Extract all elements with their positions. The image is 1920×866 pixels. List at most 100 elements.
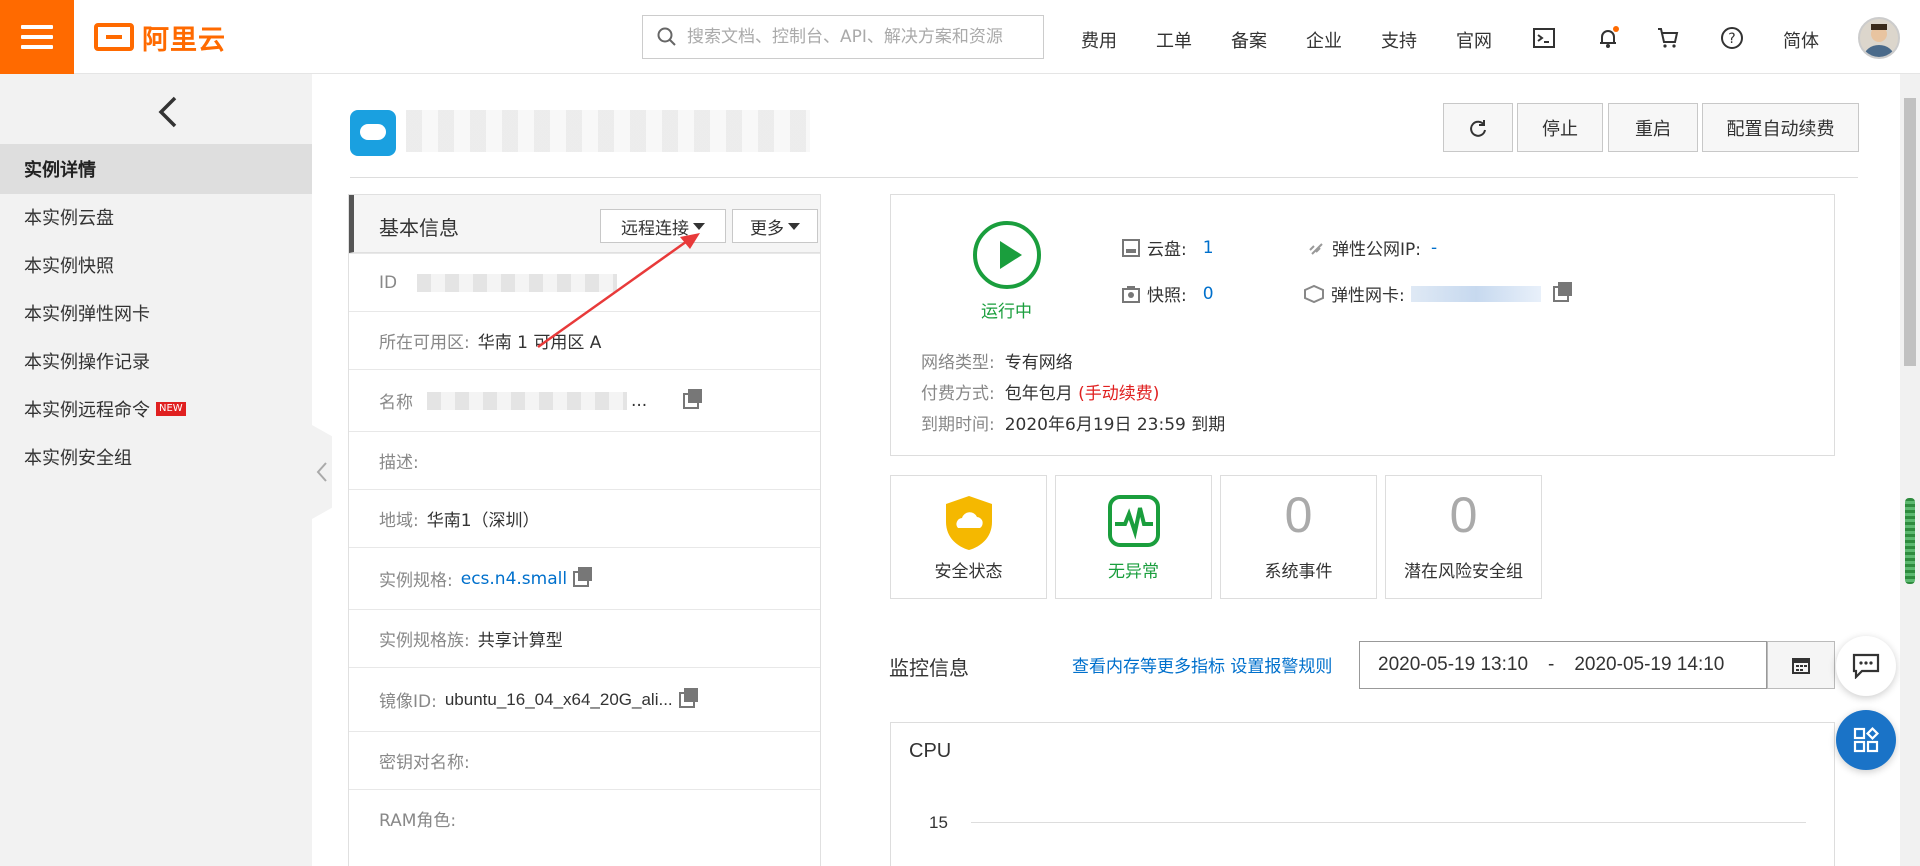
more-label: 更多 (750, 218, 784, 239)
sidebar-item-instance-details[interactable]: 实例详情 (0, 144, 312, 194)
nav-fees[interactable]: 费用 (1081, 27, 1117, 53)
info-row-description: 描述: (349, 431, 820, 489)
stop-button[interactable]: 停止 (1517, 103, 1603, 152)
region-value: 华南1（深圳） (426, 511, 540, 531)
copy-icon[interactable] (1552, 281, 1572, 302)
scrollbar-thumb[interactable] (1904, 98, 1916, 366)
risk-count: 0 (1449, 487, 1478, 543)
sidebar-item-operation-log[interactable]: 本实例操作记录 (0, 336, 312, 386)
bell-icon[interactable] (1596, 26, 1620, 50)
sidebar-item-label: 实例详情 (24, 160, 96, 181)
billing-note[interactable]: (手动续费) (1078, 384, 1159, 404)
help-icon[interactable]: ? (1720, 26, 1744, 50)
calendar-button[interactable] (1767, 641, 1835, 689)
disk-value[interactable]: 1 (1203, 238, 1214, 258)
info-row-region: 地域: 华南1（深圳） (349, 489, 820, 547)
date-end[interactable]: 2020-05-19 14:10 (1574, 654, 1724, 676)
sidebar-item-label: 本实例远程命令 (24, 400, 150, 421)
copy-icon[interactable] (678, 687, 698, 708)
spec-link[interactable]: ecs.n4.small (461, 569, 567, 589)
keypair-label: 密钥对名称: (379, 753, 470, 773)
restart-button[interactable]: 重启 (1608, 103, 1698, 152)
terminal-icon[interactable] (1532, 26, 1556, 50)
avatar[interactable] (1858, 17, 1900, 59)
chat-button[interactable] (1836, 636, 1896, 696)
date-start[interactable]: 2020-05-19 13:10 (1378, 654, 1528, 676)
security-status-card[interactable]: 安全状态 (890, 475, 1047, 599)
more-metrics-link[interactable]: 查看内存等更多指标 (1072, 657, 1225, 677)
sidebar-item-label: 本实例弹性网卡 (24, 304, 150, 325)
disk-stat: 云盘: 1 (1121, 235, 1214, 260)
language-switch[interactable]: 简体 (1783, 27, 1819, 53)
top-bar: 阿里云 费用 工单 备案 企业 支持 官网 ? 简体 (0, 0, 1920, 74)
ram-role-label: RAM角色: (379, 811, 457, 831)
sidebar-item-security-groups[interactable]: 本实例安全组 (0, 432, 312, 482)
name-value-redacted (427, 391, 627, 410)
billing-value: 包年包月 (1004, 384, 1073, 404)
y-tick-label: 15 (929, 813, 948, 832)
search-box[interactable] (642, 15, 1044, 59)
scrollbar[interactable] (1900, 74, 1920, 866)
nav-official-site[interactable]: 官网 (1456, 27, 1492, 53)
risk-security-group-card[interactable]: 0 潜在风险安全组 (1385, 475, 1542, 599)
image-label: 镜像ID: (379, 692, 437, 712)
info-row-ram-role: RAM角色: (349, 789, 820, 847)
refresh-button[interactable] (1443, 103, 1513, 152)
avatar-icon (1864, 24, 1894, 57)
monitor-links: 查看内存等更多指标 设置报警规则 (1072, 652, 1332, 677)
nav-filing[interactable]: 备案 (1231, 27, 1267, 53)
caret-down-icon (788, 222, 800, 230)
network-type-value: 专有网络 (1004, 353, 1073, 373)
more-button[interactable]: 更多 (732, 209, 818, 243)
eip-label: 弹性公网IP: (1332, 240, 1421, 260)
search-input[interactable] (687, 27, 1027, 47)
cart-icon[interactable] (1656, 26, 1680, 50)
sidebar-item-disks[interactable]: 本实例云盘 (0, 192, 312, 242)
apps-button[interactable] (1836, 710, 1896, 770)
system-events-card[interactable]: 0 系统事件 (1220, 475, 1377, 599)
auto-renew-button[interactable]: 配置自动续费 (1702, 103, 1859, 152)
sidebar-collapse-handle[interactable] (312, 425, 332, 519)
running-icon (973, 221, 1041, 289)
description-label: 描述: (379, 453, 419, 473)
basic-info-title: 基本信息 (379, 216, 459, 240)
eni-label: 弹性网卡: (1331, 286, 1405, 306)
zone-label: 所在可用区: (379, 333, 470, 353)
name-ellipsis: ... (631, 390, 648, 411)
risk-label: 潜在风险安全组 (1404, 562, 1523, 582)
sidebar-item-snapshots[interactable]: 本实例快照 (0, 240, 312, 290)
nav-enterprise[interactable]: 企业 (1306, 27, 1342, 53)
system-events-count: 0 (1284, 487, 1313, 543)
eip-value: - (1431, 237, 1438, 258)
logo-text: 阿里云 (142, 24, 226, 56)
logo[interactable]: 阿里云 (94, 20, 226, 56)
copy-icon[interactable] (683, 388, 703, 409)
snapshot-icon (1122, 285, 1140, 303)
security-status-label: 安全状态 (934, 562, 1003, 582)
sidebar-item-remote-commands[interactable]: 本实例远程命令 NEW (0, 384, 312, 434)
eni-stat: 弹性网卡: (1303, 281, 1572, 306)
refresh-icon (1470, 119, 1486, 137)
date-range-picker[interactable]: 2020-05-19 13:10 - 2020-05-19 14:10 (1359, 641, 1767, 689)
network-type-row: 网络类型: 专有网络 (921, 348, 1073, 373)
menu-icon[interactable] (0, 0, 74, 74)
info-row-family: 实例规格族: 共享计算型 (349, 609, 820, 667)
instance-name-redacted (406, 110, 810, 152)
calendar-icon (1792, 658, 1810, 674)
alarm-rules-link[interactable]: 设置报警规则 (1230, 657, 1332, 677)
sidebar-item-eni[interactable]: 本实例弹性网卡 (0, 288, 312, 338)
expire-label: 到期时间: (921, 415, 995, 435)
date-separator: - (1548, 654, 1555, 675)
nav-tickets[interactable]: 工单 (1156, 27, 1192, 53)
nav-support[interactable]: 支持 (1381, 27, 1417, 53)
eip-stat: 弹性公网IP: - (1306, 235, 1437, 260)
divider (350, 177, 1858, 178)
copy-icon[interactable] (573, 566, 593, 587)
snapshot-value[interactable]: 0 (1203, 284, 1214, 304)
chevron-left-icon[interactable] (155, 94, 181, 130)
expire-row: 到期时间: 2020年6月19日 23:59 到期 (921, 410, 1225, 435)
disk-label: 云盘: (1147, 240, 1187, 260)
chat-icon (1852, 653, 1880, 679)
health-card[interactable]: 无异常 (1055, 475, 1212, 599)
monitor-title: 监控信息 (889, 656, 969, 680)
